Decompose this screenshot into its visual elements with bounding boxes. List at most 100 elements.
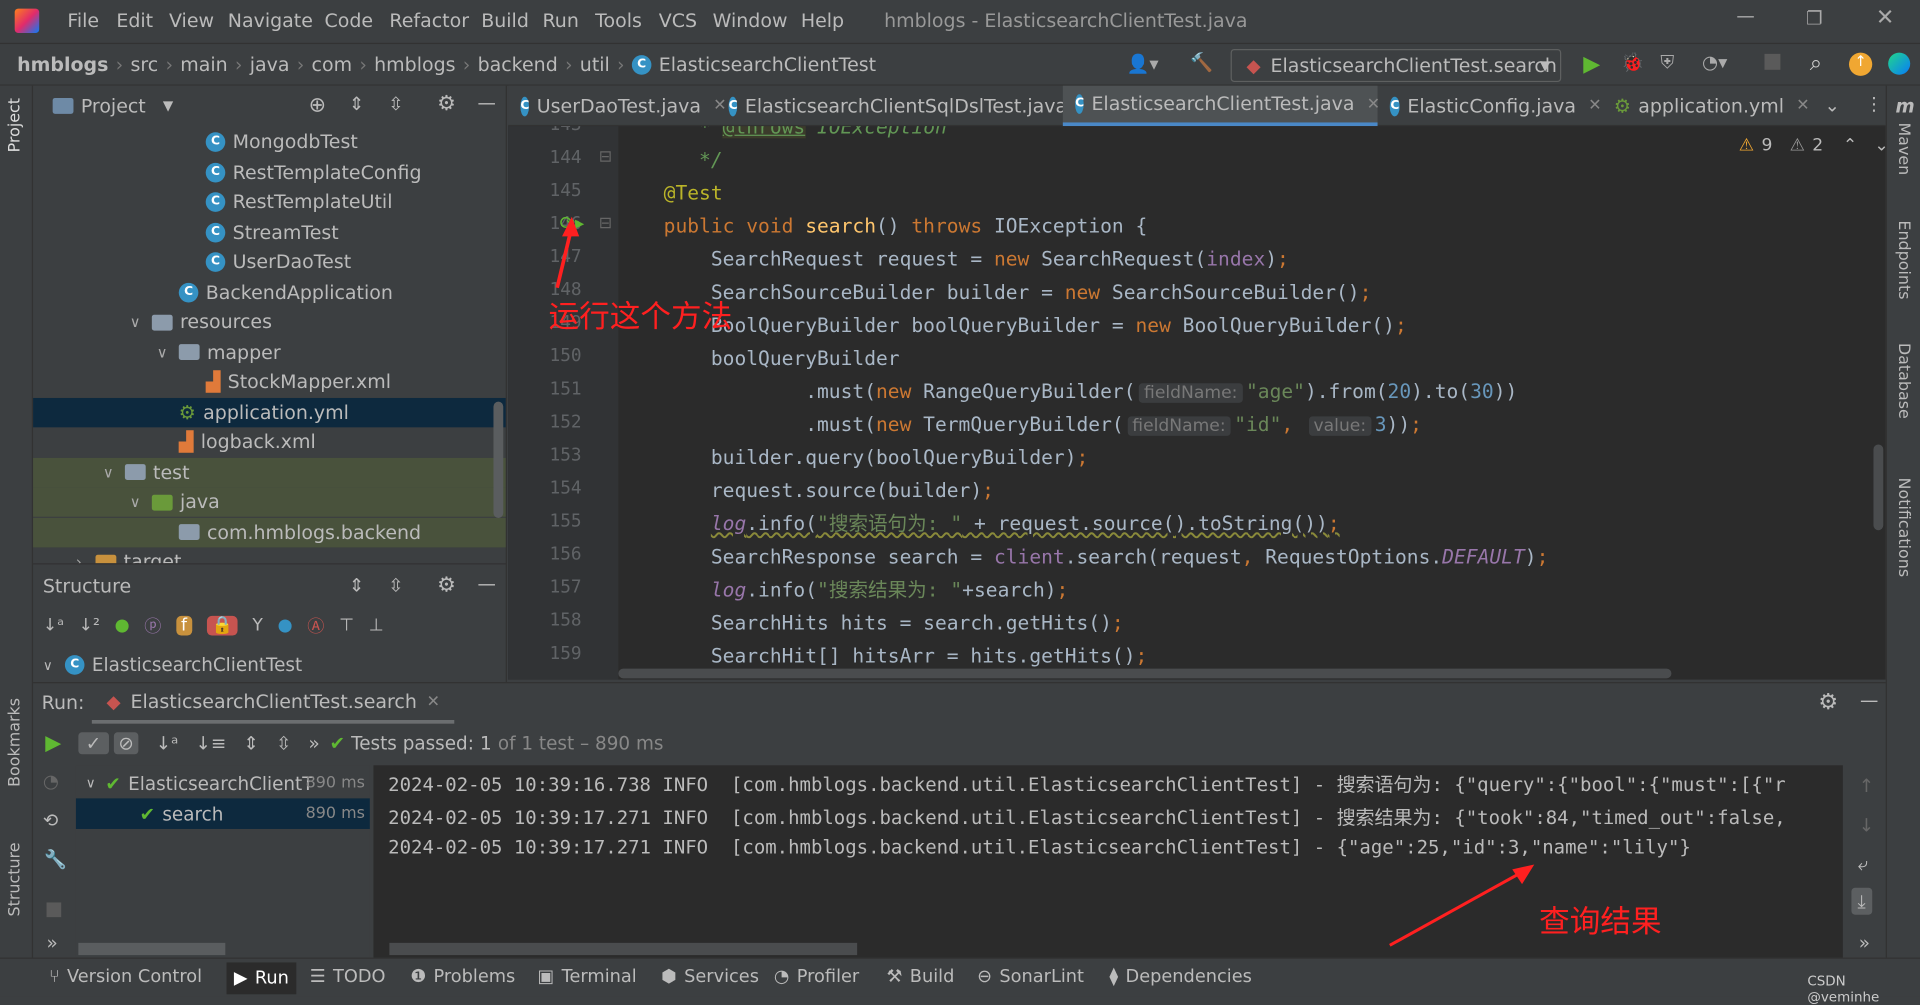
menu-build[interactable]: Build [481, 10, 529, 32]
project-tree-item[interactable]: ∨ java [33, 487, 506, 517]
collapse-all-icon[interactable]: ⇳ [388, 574, 403, 596]
show-fields-icon[interactable]: f [176, 615, 192, 636]
more-icon[interactable]: ⋮ [1865, 93, 1883, 115]
tool-run[interactable]: ▶ Run [226, 962, 297, 995]
project-scrollbar[interactable] [493, 401, 504, 518]
tool-build[interactable]: ⚒ Build [887, 967, 955, 987]
project-tree-item[interactable]: › target [33, 547, 506, 564]
sort-alpha-icon[interactable]: ↓ᵃ [156, 732, 179, 754]
build-hammer-icon[interactable]: 🔨 [1190, 51, 1213, 73]
maven-icon[interactable]: m [1896, 96, 1915, 118]
soft-wrap-icon[interactable]: ⤶ [1858, 853, 1868, 875]
tab-elasticsearchclientsqldsltest-java[interactable]: CElasticsearchClientSqlDslTest.java✕ [716, 86, 1093, 126]
console-output[interactable]: 2024-02-05 10:39:16.738 INFO [com.hmblog… [373, 765, 1843, 958]
more-icon[interactable]: » [47, 932, 58, 954]
notifications-tool-button[interactable]: Notifications [1894, 478, 1912, 578]
menu-vcs[interactable]: VCS [659, 10, 697, 32]
breadcrumb-item[interactable]: backend [478, 53, 558, 75]
breadcrumb-item[interactable]: hmblogs [374, 53, 455, 75]
project-tree-item[interactable]: C MongodbTest [33, 127, 506, 156]
previous-highlight-icon[interactable]: ⌃ [1843, 136, 1857, 156]
menu-file[interactable]: File [67, 10, 99, 32]
tab-elasticsearchclienttest-java[interactable]: C ElasticsearchClientTest.java ✕ [1062, 85, 1380, 127]
expand-all-icon[interactable]: ⇕ [243, 732, 258, 754]
menu-edit[interactable]: Edit [116, 10, 153, 32]
menu-window[interactable]: Window [713, 10, 788, 32]
next-highlight-icon[interactable]: ⌄ [1874, 136, 1885, 156]
project-tree-item[interactable]: ▟ logback.xml [33, 427, 506, 456]
show-non-public-icon[interactable]: 🔒 [206, 615, 238, 636]
test-tree-item[interactable]: ✔ search 890 ms [75, 798, 370, 829]
structure-root-item[interactable]: ∨ C ElasticsearchClientTest [43, 654, 302, 676]
chevron-down-icon[interactable]: ▼ [163, 98, 173, 114]
hide-icon[interactable]: — [478, 573, 496, 595]
tool-todo[interactable]: ☰ TODO [310, 967, 386, 987]
breadcrumb-item[interactable]: java [250, 53, 290, 75]
expand-arrow-icon[interactable]: ∨ [130, 493, 141, 510]
project-tree-item[interactable]: com.hmblogs.backend [33, 517, 506, 547]
autoscroll-from-source-icon[interactable]: ⊥ [369, 616, 384, 636]
database-tool-button[interactable]: Database [1894, 343, 1912, 419]
expand-arrow-icon[interactable]: ∨ [43, 657, 53, 673]
vertical-scrollbar[interactable] [1873, 444, 1884, 531]
show-passed-toggle[interactable]: ✓ [78, 732, 109, 755]
scroll-to-end-icon[interactable]: ⤓ [1851, 887, 1872, 915]
structure-tool-button[interactable]: Structure [6, 842, 24, 916]
endpoints-tool-button[interactable]: Endpoints [1894, 220, 1912, 299]
maven-tool-button[interactable]: Maven [1894, 122, 1912, 175]
breadcrumb-item[interactable]: ElasticsearchClientTest [659, 53, 876, 75]
breadcrumb-item[interactable]: com [312, 53, 353, 75]
tool-problems[interactable]: ❶ Problems [410, 967, 515, 987]
menu-run[interactable]: Run [542, 10, 578, 32]
up-arrow-icon[interactable]: ↑ [1859, 775, 1874, 797]
toggle-autotest-icon[interactable]: ⟲ [43, 809, 58, 831]
tabs-dropdown-icon[interactable]: ⌄ [1824, 94, 1839, 116]
project-tree-item[interactable]: ∨ resources [33, 307, 506, 336]
debug-icon[interactable]: 🐞 [1621, 51, 1644, 73]
show-anonymous-icon[interactable]: ● [278, 616, 293, 636]
rerun-icon[interactable]: ▶ [45, 731, 61, 755]
close-tab-icon[interactable]: ✕ [427, 692, 440, 710]
menu-refactor[interactable]: Refactor [389, 10, 469, 32]
test-tree-item[interactable]: ∨ ✔ ElasticsearchClientT 890 ms [76, 768, 370, 799]
show-lambdas-icon[interactable]: Y [252, 616, 262, 636]
gear-icon[interactable]: ⚙ [1818, 689, 1838, 715]
more-icon[interactable]: » [309, 732, 320, 754]
show-inherited-icon[interactable]: ● [115, 616, 130, 636]
expand-all-icon[interactable]: ⇕ [349, 574, 364, 596]
project-tree-item[interactable]: C RestTemplateUtil [33, 187, 506, 216]
expand-arrow-icon[interactable]: › [76, 553, 82, 563]
rerun-failed-icon[interactable]: ◔ [43, 770, 59, 792]
project-view-dropdown[interactable]: Project [81, 95, 146, 117]
stop-icon[interactable] [46, 902, 62, 918]
inspection-widget[interactable]: ⚠ 9 ⚠ 2 ⌃ ⌄ [1739, 136, 1886, 156]
tab-elasticconfig-java[interactable]: C ElasticConfig.java ✕ [1378, 86, 1602, 126]
show-properties-icon[interactable]: ⓟ [144, 613, 161, 637]
wrench-icon[interactable]: 🔧 [44, 849, 67, 871]
more-icon[interactable]: » [1859, 932, 1870, 954]
expand-all-icon[interactable]: ⇕ [349, 93, 364, 115]
tool-dependencies[interactable]: ⧫ Dependencies [1109, 967, 1252, 987]
project-tree-item[interactable]: C UserDaoTest [33, 247, 506, 276]
tool-version-control[interactable]: ⑂ Version Control [49, 967, 202, 987]
show-abstract-icon[interactable]: Ⓐ [307, 613, 324, 637]
autoscroll-to-source-icon[interactable]: ⊤ [339, 616, 354, 636]
expand-arrow-icon[interactable]: ∨ [130, 313, 141, 330]
tab-application-yml[interactable]: ⚙ application.yml ✕ [1602, 86, 1841, 126]
project-tree-item[interactable]: ▟ StockMapper.xml [33, 367, 506, 396]
hide-icon[interactable]: — [478, 92, 496, 114]
project-tree-item[interactable]: ∨ mapper [33, 337, 506, 366]
breadcrumb-item[interactable]: hmblogs [17, 53, 108, 75]
menu-view[interactable]: View [169, 10, 214, 32]
user-icon[interactable]: 👤▾ [1127, 53, 1159, 75]
breadcrumb-item[interactable]: src [131, 53, 159, 75]
run-tab[interactable]: ◆ ElasticsearchClientTest.search ✕ [91, 683, 455, 724]
menu-navigate[interactable]: Navigate [228, 10, 313, 32]
gear-icon[interactable]: ⚙ [437, 92, 456, 116]
jetbrains-icon[interactable] [1888, 52, 1911, 75]
project-tree-item[interactable]: C RestTemplateConfig [33, 157, 506, 186]
close-button[interactable]: ✕ [1876, 5, 1894, 31]
locate-icon[interactable]: ⊕ [309, 93, 326, 117]
hide-icon[interactable]: — [1860, 689, 1878, 711]
close-tab-icon[interactable]: ✕ [1588, 97, 1601, 115]
